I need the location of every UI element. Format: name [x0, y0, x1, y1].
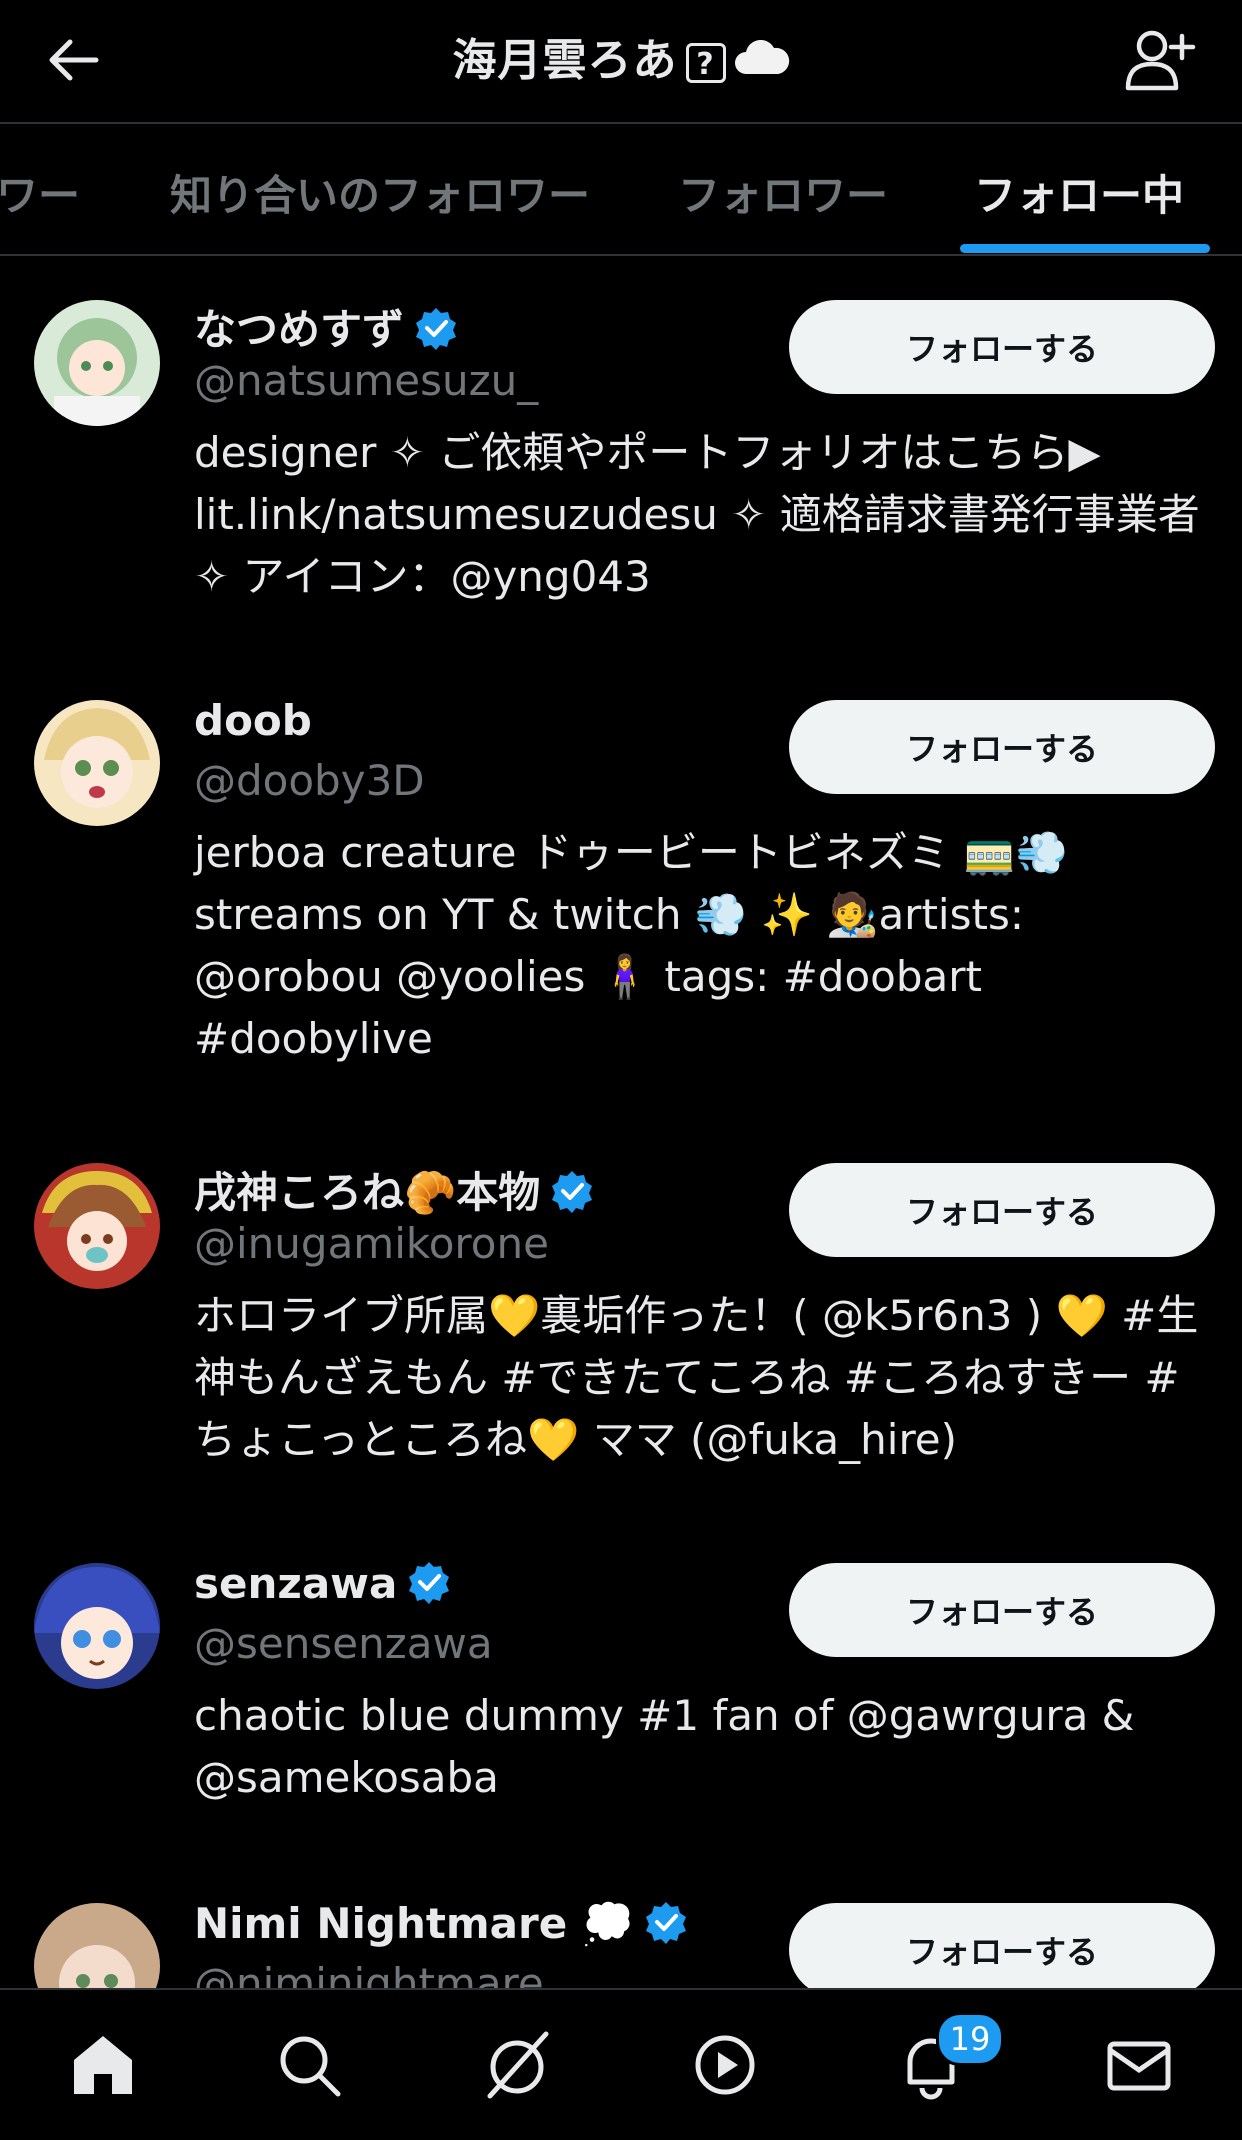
- user-bio: chaotic blue dummy #1 fan of @gawrgura &…: [194, 1691, 1135, 1802]
- top-bar: 海月雲ろあ?: [0, 0, 1242, 124]
- title-badge: ?: [685, 43, 726, 83]
- verified-badge-icon: [644, 1900, 688, 1954]
- user-name[interactable]: 戌神ころね🥐本物: [194, 1159, 594, 1223]
- title-text: 海月雲ろあ: [452, 35, 678, 86]
- user-handle: @natsumesuzu_: [194, 356, 539, 405]
- follow-button[interactable]: フォローする: [789, 1563, 1215, 1657]
- avatar[interactable]: [34, 1903, 160, 1988]
- user-handle: @inugamikorone: [194, 1219, 549, 1268]
- bottom-navigation: 19: [0, 1988, 1242, 2140]
- verified-badge-icon: [414, 306, 458, 360]
- user-bio: designer ✧ ご依頼やポートフォリオはこちら▶ lit.link/nat…: [194, 428, 1200, 601]
- grok-icon[interactable]: [482, 2030, 552, 2100]
- verified-badge-icon: [550, 1169, 594, 1223]
- user-name[interactable]: Nimi Nightmare 💭: [194, 1899, 688, 1954]
- home-icon[interactable]: [68, 2030, 138, 2100]
- user-bio: jerboa creature ドゥービートビネズミ 🚃💨 streams on…: [194, 828, 1068, 1063]
- tab-mutual-followers[interactable]: 知り合いのフォロワー: [170, 162, 590, 223]
- tab-following[interactable]: フォロー中: [974, 162, 1184, 223]
- avatar[interactable]: [34, 1563, 160, 1689]
- tab-bar: ワー 知り合いのフォロワー フォロワー フォロー中: [0, 124, 1242, 256]
- user-name[interactable]: senzawa: [194, 1559, 451, 1614]
- messages-icon[interactable]: [1104, 2030, 1174, 2100]
- follow-button[interactable]: フォローする: [789, 700, 1215, 794]
- cloud-icon: [732, 38, 790, 89]
- page-title: 海月雲ろあ?: [0, 24, 1242, 89]
- avatar[interactable]: [34, 700, 160, 826]
- active-tab-indicator: [960, 244, 1210, 253]
- avatar[interactable]: [34, 1163, 160, 1289]
- user-name[interactable]: なつめすず: [194, 296, 458, 360]
- follow-button[interactable]: フォローする: [789, 300, 1215, 394]
- follow-button[interactable]: フォローする: [789, 1903, 1215, 1988]
- user-handle: @sensenzawa: [194, 1619, 493, 1668]
- avatar[interactable]: [34, 300, 160, 426]
- user-handle: @dooby3D: [194, 756, 425, 805]
- tab-followers-you-know-partial[interactable]: ワー: [0, 162, 80, 223]
- user-name[interactable]: doob: [194, 696, 312, 745]
- tab-followers[interactable]: フォロワー: [678, 162, 888, 223]
- search-icon[interactable]: [274, 2030, 344, 2100]
- notification-count-badge: 19: [936, 2012, 1004, 2066]
- following-list: なつめすず @natsumesuzu_ designer ✧ ご依頼やポートフォ…: [0, 256, 1242, 1988]
- video-icon[interactable]: [690, 2030, 760, 2100]
- follow-button[interactable]: フォローする: [789, 1163, 1215, 1257]
- user-bio: ホロライブ所属💛裏垢作った！( @k5r6n3 ) 💛 #生神もんざえもん #で…: [194, 1291, 1199, 1464]
- verified-badge-icon: [407, 1560, 451, 1614]
- add-user-icon[interactable]: [1122, 22, 1198, 98]
- user-handle: @niminightmare: [194, 1959, 544, 1988]
